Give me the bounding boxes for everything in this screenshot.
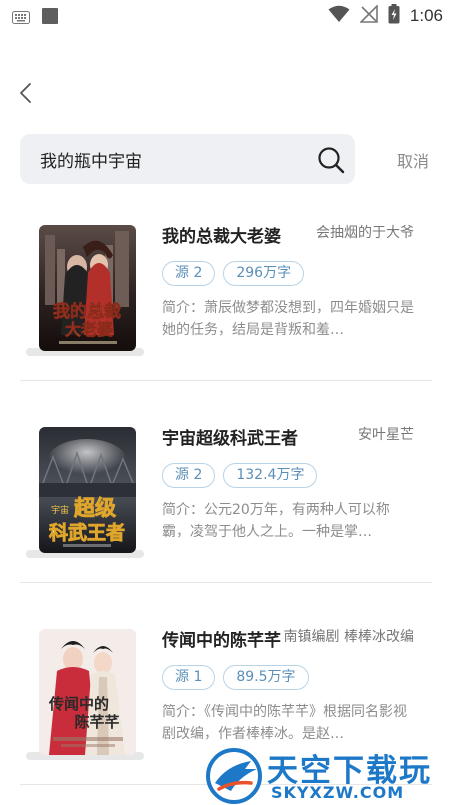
book-title[interactable]: 宇宙超级科武王者 [162, 424, 298, 449]
svg-text:宇宙: 宇宙 [51, 504, 69, 516]
book-title[interactable]: 传闻中的陈芊芊 [162, 626, 281, 651]
divider [20, 582, 432, 583]
svg-text:我的总裁: 我的总裁 [53, 301, 121, 322]
book-description: 简介：萧辰做梦都没想到，四年婚姻只是她的任务，结局是背叛和羞… [162, 300, 414, 338]
book-cover: 我的总裁 大老婆 [39, 225, 136, 351]
status-time: 1:06 [409, 6, 443, 25]
watermark-logo-icon [205, 747, 265, 805]
svg-text:传闻中的: 传闻中的 [48, 695, 109, 713]
notification-square-icon [42, 8, 58, 28]
status-bar: 1:06 [0, 0, 453, 32]
book-author: 会抽烟的于大爷 [316, 225, 414, 241]
source-tag: 源 2 [162, 463, 216, 488]
cancel-button[interactable]: 取消 [397, 148, 429, 172]
word-count-tag: 296万字 [223, 261, 305, 286]
svg-text:科武王者: 科武王者 [49, 521, 125, 544]
keyboard-icon [12, 9, 30, 28]
book-cover: 传闻中的 陈芊芊 [39, 629, 136, 755]
book-description: 简介：公元20万年，有两种人可以称霸，凌驾于他人之上。一种是掌… [162, 502, 390, 540]
search-bar[interactable]: 我的瓶中宇宙 [20, 134, 355, 184]
source-tag: 源 1 [162, 665, 216, 690]
svg-text:超级: 超级 [74, 496, 116, 520]
search-input[interactable]: 我的瓶中宇宙 [40, 147, 142, 172]
no-signal-icon [358, 4, 378, 27]
site-watermark: 天空下载玩 SKYXZW.COM [205, 745, 453, 805]
watermark-domain: SKYXZW.COM [271, 783, 405, 802]
book-title[interactable]: 我的总裁大老婆 [162, 222, 281, 247]
word-count-tag: 132.4万字 [223, 463, 318, 488]
book-tags: 源 2 132.4万字 [162, 463, 318, 488]
divider [20, 380, 432, 381]
search-icon[interactable] [317, 146, 345, 174]
wifi-icon [328, 5, 350, 27]
book-tags: 源 2 296万字 [162, 261, 305, 286]
book-tags: 源 1 89.5万字 [162, 665, 309, 690]
book-result-item[interactable]: 我的总裁 大老婆 我的总裁大老婆 会抽烟的于大爷 源 2 296万字 简介：萧辰… [20, 217, 432, 397]
book-cover: 超级 科武王者 宇宙 [39, 427, 136, 553]
battery-charging-icon [388, 4, 400, 28]
chevron-left-icon [20, 83, 31, 103]
book-result-item[interactable]: 超级 科武王者 宇宙 宇宙超级科武王者 安叶星芒 源 2 132.4万字 简介：… [20, 419, 432, 599]
svg-text:陈芊芊: 陈芊芊 [74, 713, 119, 731]
word-count-tag: 89.5万字 [223, 665, 309, 690]
svg-text:大老婆: 大老婆 [65, 320, 113, 339]
back-button[interactable] [14, 80, 40, 106]
book-description: 简介：《传闻中的陈芊芊》根据同名影视剧改编，作者棒棒冰。是赵… [162, 704, 407, 742]
source-tag: 源 2 [162, 261, 216, 286]
book-author: 安叶星芒 [358, 427, 414, 443]
book-author: 南镇编剧 棒棒冰改编 [283, 629, 414, 645]
